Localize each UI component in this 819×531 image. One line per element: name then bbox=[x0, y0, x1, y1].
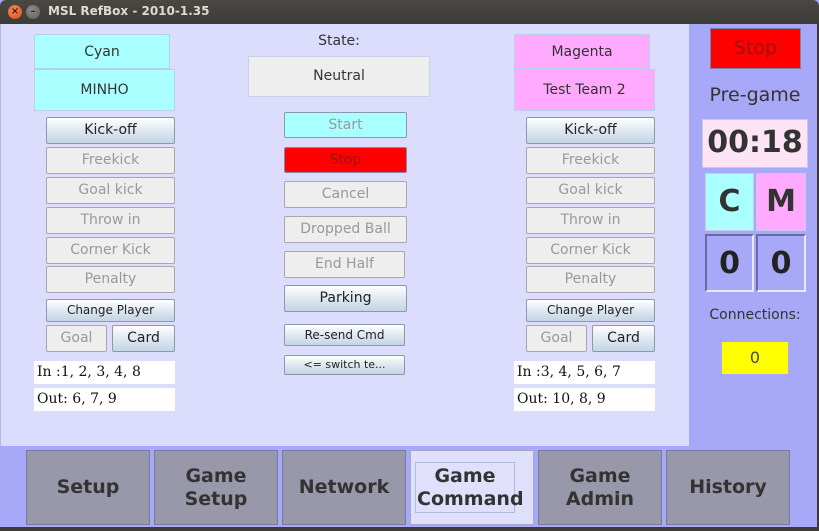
game-phase-label: Pre-game bbox=[709, 84, 801, 106]
resend-command-button[interactable]: Re-send Cmd bbox=[284, 324, 405, 346]
right-team-name: Test Team 2 bbox=[514, 69, 655, 111]
window-frame-bottom bbox=[0, 527, 819, 531]
tab-label: Network bbox=[298, 476, 390, 498]
right-corner-kick-button[interactable]: Corner Kick bbox=[526, 237, 655, 264]
tab-label: Game Setup bbox=[184, 464, 248, 510]
left-players-out: Out: 6, 7, 9 bbox=[34, 388, 175, 411]
minimize-icon[interactable]: – bbox=[26, 5, 40, 19]
cyan-score: 0 bbox=[705, 234, 754, 292]
tab-game-command[interactable]: Game Command bbox=[410, 450, 534, 525]
right-penalty-button[interactable]: Penalty bbox=[526, 266, 655, 293]
right-throw-in-button[interactable]: Throw in bbox=[526, 207, 655, 234]
game-clock: 00:18 bbox=[702, 119, 808, 168]
end-half-button[interactable]: End Half bbox=[284, 251, 405, 278]
right-card-button[interactable]: Card bbox=[592, 325, 655, 352]
left-kickoff-button[interactable]: Kick-off bbox=[46, 117, 175, 144]
tab-game-setup[interactable]: Game Setup bbox=[154, 450, 278, 525]
tab-label: History bbox=[689, 476, 767, 498]
title-bar: × – MSL RefBox - 2010-1.35 bbox=[0, 0, 819, 24]
switch-teams-button[interactable]: <= switch te... bbox=[284, 355, 405, 375]
cyan-team-indicator: C bbox=[705, 173, 754, 231]
left-players-in: In :1, 2, 3, 4, 8 bbox=[34, 361, 175, 384]
magenta-team-indicator: M bbox=[756, 173, 806, 231]
global-stop-button[interactable]: Stop bbox=[710, 28, 801, 69]
close-icon[interactable]: × bbox=[8, 5, 22, 19]
stop-button[interactable]: Stop bbox=[284, 147, 407, 173]
left-team-name: MINHO bbox=[34, 69, 175, 111]
right-team-color-label: Magenta bbox=[514, 34, 650, 69]
connections-label: Connections: bbox=[709, 307, 801, 323]
tab-game-admin[interactable]: Game Admin bbox=[538, 450, 662, 525]
left-freekick-button[interactable]: Freekick bbox=[46, 147, 175, 174]
left-throw-in-button[interactable]: Throw in bbox=[46, 207, 175, 234]
start-button[interactable]: Start bbox=[284, 112, 407, 138]
right-players-in: In :3, 4, 5, 6, 7 bbox=[514, 361, 655, 384]
left-goal-button[interactable]: Goal bbox=[46, 325, 107, 352]
cancel-button[interactable]: Cancel bbox=[284, 181, 407, 208]
right-change-player-button[interactable]: Change Player bbox=[526, 299, 655, 322]
tab-network[interactable]: Network bbox=[282, 450, 406, 525]
magenta-score: 0 bbox=[756, 234, 806, 292]
left-goal-kick-button[interactable]: Goal kick bbox=[46, 177, 175, 204]
right-freekick-button[interactable]: Freekick bbox=[526, 147, 655, 174]
left-corner-kick-button[interactable]: Corner Kick bbox=[46, 237, 175, 264]
parking-button[interactable]: Parking bbox=[284, 285, 407, 312]
tab-setup[interactable]: Setup bbox=[26, 450, 150, 525]
dropped-ball-button[interactable]: Dropped Ball bbox=[284, 216, 407, 243]
left-penalty-button[interactable]: Penalty bbox=[46, 266, 175, 293]
state-label: State: bbox=[318, 33, 360, 49]
tab-focus-ring: Game Command bbox=[415, 462, 524, 513]
right-kickoff-button[interactable]: Kick-off bbox=[526, 117, 655, 144]
state-value: Neutral bbox=[248, 56, 430, 97]
left-team-color-label: Cyan bbox=[34, 34, 170, 69]
left-change-player-button[interactable]: Change Player bbox=[46, 299, 175, 322]
window-title: MSL RefBox - 2010-1.35 bbox=[48, 4, 210, 18]
connections-count: 0 bbox=[722, 342, 788, 374]
right-players-out: Out: 10, 8, 9 bbox=[514, 388, 655, 411]
right-goal-kick-button[interactable]: Goal kick bbox=[526, 177, 655, 204]
tab-history[interactable]: History bbox=[666, 450, 790, 525]
tab-label: Game Command bbox=[417, 464, 524, 510]
left-card-button[interactable]: Card bbox=[112, 325, 175, 352]
tab-label: Setup bbox=[56, 476, 120, 498]
tab-label: Game Admin bbox=[565, 464, 635, 510]
right-goal-button[interactable]: Goal bbox=[526, 325, 587, 352]
